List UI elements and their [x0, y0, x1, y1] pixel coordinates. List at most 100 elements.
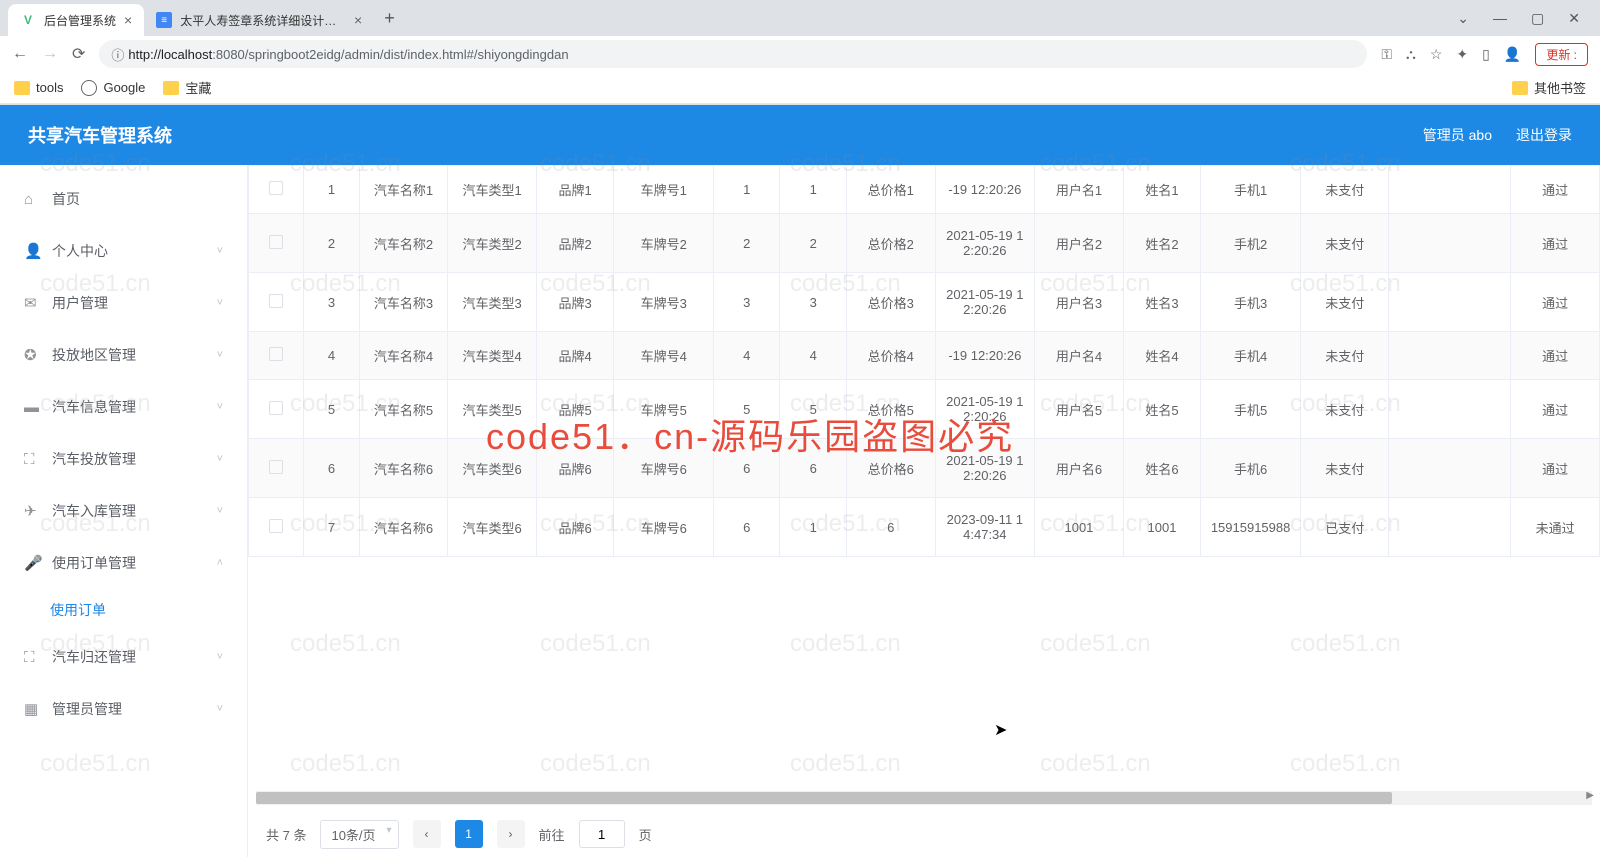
cell-user: 用户名5 [1035, 380, 1124, 439]
cell-phone: 手机1 [1201, 166, 1301, 214]
jump-suffix: 页 [639, 825, 652, 844]
menu-icon: ✈ [24, 502, 42, 520]
address-bar: ← → ⟳ ⓘ http://localhost :8080/springboo… [0, 36, 1600, 72]
panel-icon[interactable]: ▯ [1482, 46, 1490, 63]
cell-uname: 1001 [1123, 498, 1201, 557]
table-wrap[interactable]: 1汽车名称1汽车类型1品牌1车牌号111总价格1-19 12:20:26用户名1… [248, 165, 1600, 791]
cell-c1: 5 [714, 380, 780, 439]
update-button[interactable]: 更新 : [1535, 43, 1588, 66]
close-icon[interactable]: × [354, 12, 362, 28]
cell-user: 用户名6 [1035, 439, 1124, 498]
menu-icon: ⛶ [24, 649, 42, 666]
table-row: 7汽车名称6汽车类型6品牌6车牌号66162023-09-11 14:47:34… [249, 498, 1600, 557]
sidebar-item-1[interactable]: 👤个人中心˅ [0, 225, 247, 277]
cell-plate: 车牌号2 [614, 214, 714, 273]
close-window-icon[interactable]: ✕ [1568, 10, 1580, 27]
menu-label: 首页 [52, 189, 80, 209]
row-checkbox[interactable] [269, 294, 283, 308]
sidebar-item-4[interactable]: ▬汽车信息管理˅ [0, 381, 247, 433]
cell-index: 4 [304, 332, 359, 380]
sidebar: ⌂首页👤个人中心˅✉用户管理˅✪投放地区管理˅▬汽车信息管理˅⛶汽车投放管理˅✈… [0, 165, 248, 857]
cell-type: 汽车类型1 [448, 166, 537, 214]
cell-c1: 1 [714, 166, 780, 214]
close-icon[interactable]: × [124, 12, 132, 28]
browser-tab-2[interactable]: ≡ 太平人寿签章系统详细设计文档 × [144, 4, 374, 36]
globe-icon [81, 80, 97, 96]
sidebar-item-9[interactable]: ▦管理员管理˅ [0, 683, 247, 735]
back-icon[interactable]: ← [12, 45, 28, 63]
cell-type: 汽车类型2 [448, 214, 537, 273]
star-icon[interactable]: ☆ [1430, 46, 1443, 63]
cell-pay: 未支付 [1300, 332, 1389, 380]
cell-name: 汽车名称2 [359, 214, 448, 273]
cell-user: 1001 [1035, 498, 1124, 557]
other-bookmarks[interactable]: 其他书签 [1512, 78, 1586, 97]
cell-user: 用户名4 [1035, 332, 1124, 380]
prev-page-button[interactable]: ‹ [413, 820, 441, 848]
chevron-down-icon[interactable]: ⌄ [1457, 10, 1469, 27]
new-tab-button[interactable]: + [374, 8, 405, 29]
cell-price: 总价格4 [846, 332, 935, 380]
cell-brand: 品牌3 [536, 273, 614, 332]
cell-uname: 姓名5 [1123, 380, 1201, 439]
cell-plate: 车牌号4 [614, 332, 714, 380]
cell-name: 汽车名称5 [359, 380, 448, 439]
sidebar-item-7[interactable]: 🎤使用订单管理˄ [0, 537, 247, 589]
bookmark-tools[interactable]: tools [14, 80, 63, 95]
reload-icon[interactable]: ⟳ [72, 44, 85, 64]
extensions-icon[interactable]: ✦ [1456, 46, 1468, 63]
chevron-up-icon: ˄ [217, 557, 223, 569]
sidebar-item-8[interactable]: ⛶汽车归还管理˅ [0, 631, 247, 683]
sidebar-item-3[interactable]: ✪投放地区管理˅ [0, 329, 247, 381]
sidebar-item-0[interactable]: ⌂首页 [0, 173, 247, 225]
next-page-button[interactable]: › [497, 820, 525, 848]
key-icon[interactable]: ⚿ [1381, 46, 1392, 63]
menu-icon: ✉ [24, 294, 42, 312]
url-input[interactable]: ⓘ http://localhost :8080/springboot2eidg… [99, 40, 1367, 68]
table-row: 4汽车名称4汽车类型4品牌4车牌号444总价格4-19 12:20:26用户名4… [249, 332, 1600, 380]
cell-blank [1389, 214, 1511, 273]
forward-icon[interactable]: → [42, 45, 58, 63]
row-checkbox[interactable] [269, 401, 283, 415]
profile-icon[interactable]: 👤 [1504, 46, 1521, 63]
cell-type: 汽车类型5 [448, 380, 537, 439]
cell-brand: 品牌4 [536, 332, 614, 380]
page-1-button[interactable]: 1 [455, 820, 483, 848]
scrollbar-thumb[interactable] [256, 792, 1392, 804]
sidebar-subitem[interactable]: 使用订单 [0, 589, 247, 631]
jump-input[interactable] [579, 820, 625, 848]
url-path: :8080/springboot2eidg/admin/dist/index.h… [212, 47, 568, 62]
maximize-icon[interactable]: ▢ [1531, 10, 1544, 27]
user-label[interactable]: 管理员 abo [1423, 125, 1492, 145]
sidebar-item-5[interactable]: ⛶汽车投放管理˅ [0, 433, 247, 485]
cell-type: 汽车类型3 [448, 273, 537, 332]
browser-tab-1[interactable]: V 后台管理系统 × [8, 4, 144, 36]
row-checkbox[interactable] [269, 181, 283, 195]
row-checkbox[interactable] [269, 235, 283, 249]
page-size-select[interactable]: 10条/页 [320, 820, 398, 849]
row-checkbox[interactable] [269, 519, 283, 533]
bookmark-baozang[interactable]: 宝藏 [163, 78, 211, 97]
window-controls: ⌄ — ▢ ✕ [1457, 10, 1592, 27]
cell-uname: 姓名2 [1123, 214, 1201, 273]
cell-status: 通过 [1511, 214, 1600, 273]
menu-label: 投放地区管理 [52, 345, 136, 365]
scroll-right-icon[interactable]: ▶ [1586, 790, 1594, 801]
cell-pay: 未支付 [1300, 214, 1389, 273]
horizontal-scrollbar[interactable]: ▶ [256, 791, 1592, 805]
folder-icon [163, 81, 179, 95]
bookmark-google[interactable]: Google [81, 80, 145, 96]
cell-c1: 6 [714, 439, 780, 498]
sidebar-item-6[interactable]: ✈汽车入库管理˅ [0, 485, 247, 537]
sidebar-item-2[interactable]: ✉用户管理˅ [0, 277, 247, 329]
row-checkbox[interactable] [269, 460, 283, 474]
info-icon[interactable]: ⓘ [111, 45, 124, 64]
minimize-icon[interactable]: — [1493, 10, 1507, 27]
translate-icon[interactable]: ⛬ [1406, 46, 1416, 63]
cell-uname: 姓名6 [1123, 439, 1201, 498]
cell-brand: 品牌6 [536, 439, 614, 498]
cell-index: 2 [304, 214, 359, 273]
row-checkbox[interactable] [269, 347, 283, 361]
logout-link[interactable]: 退出登录 [1516, 125, 1572, 145]
chevron-down-icon: ˅ [217, 505, 223, 517]
